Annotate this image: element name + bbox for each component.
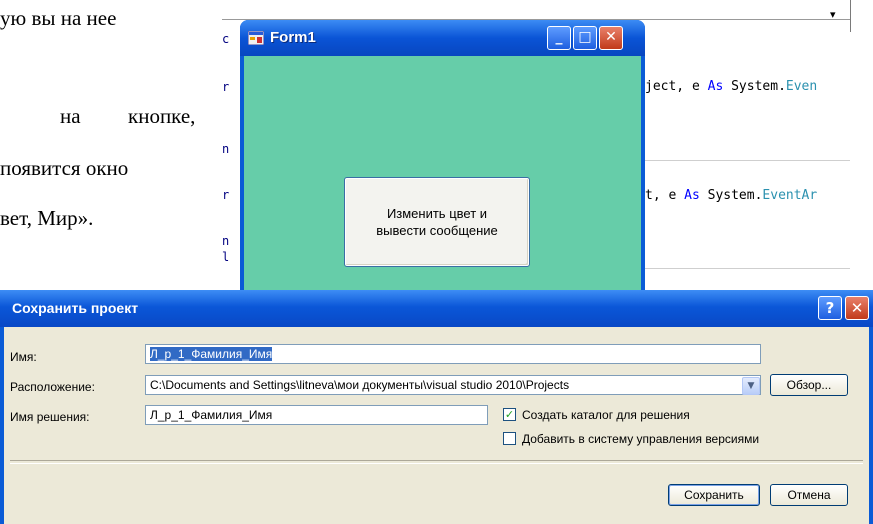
add-vcs-checkbox[interactable]: [503, 432, 516, 445]
form1-window: Form1 _ □ ✕ Изменить цвет и вывести сооб…: [240, 20, 645, 300]
document-text-line-4: появится окно: [0, 156, 129, 180]
document-text-line-1: ую вы на нее: [0, 6, 117, 30]
document-text-line-2: на: [60, 104, 81, 128]
code-keyword: As: [707, 79, 724, 94]
code-text: t, e: [645, 188, 685, 203]
code-text: System.: [699, 188, 763, 203]
cancel-button[interactable]: Отмена: [770, 484, 848, 506]
save-button[interactable]: Сохранить: [668, 484, 760, 506]
dialog-title: Сохранить проект: [12, 300, 139, 316]
maximize-button[interactable]: □: [573, 26, 597, 50]
code-text: ject, e: [645, 79, 708, 94]
code-type: Even: [785, 79, 818, 94]
location-dropdown-icon[interactable]: ▼: [742, 377, 760, 395]
code-keyword: As: [684, 188, 700, 203]
code-margin-char: n: [222, 234, 230, 248]
code-line: ject, e As System.Even: [645, 79, 817, 94]
combo-dropdown-arrow-icon[interactable]: ▾: [830, 8, 836, 21]
solution-name-value: Л_р_1_Фамилия_Имя: [150, 408, 273, 422]
code-line: t, e As System.EventAr: [645, 188, 817, 203]
add-vcs-label[interactable]: Добавить в систему управления версиями: [522, 432, 759, 446]
location-label: Расположение:: [10, 380, 95, 394]
name-label: Имя:: [10, 350, 37, 364]
dialog-separator: [10, 460, 863, 464]
location-combobox[interactable]: C:\Documents and Settings\litneva\мои до…: [145, 375, 761, 395]
dialog-close-button[interactable]: ✕: [845, 296, 869, 320]
code-margin-char: r: [222, 188, 230, 202]
document-text-line-3: кнопке,: [128, 104, 196, 128]
code-text: System.: [723, 79, 786, 94]
code-type: EventAr: [762, 188, 818, 203]
combo-edge: [850, 0, 851, 32]
form1-client-area: Изменить цвет и вывести сообщение: [244, 56, 641, 300]
code-margin-char: l: [222, 250, 230, 264]
help-button[interactable]: ?: [818, 296, 842, 320]
document-text-line-5: вет, Мир».: [0, 206, 94, 230]
save-project-dialog: Сохранить проект ? ✕ Имя: Л_р_1_Фамилия_…: [0, 290, 873, 524]
name-field-value: Л_р_1_Фамилия_Имя: [150, 347, 273, 361]
solution-name-field[interactable]: Л_р_1_Фамилия_Имя: [145, 405, 488, 425]
code-margin-char: n: [222, 142, 230, 156]
create-dir-checkbox[interactable]: ✓: [503, 408, 516, 421]
create-dir-label[interactable]: Создать каталог для решения: [522, 408, 690, 422]
location-value: C:\Documents and Settings\litneva\мои до…: [150, 378, 570, 392]
form-app-icon: [248, 31, 264, 45]
code-separator: [645, 268, 850, 269]
solution-name-label: Имя решения:: [10, 410, 90, 424]
dialog-body: Имя: Л_р_1_Фамилия_Имя Расположение: C:\…: [4, 327, 869, 524]
dialog-titlebar[interactable]: Сохранить проект ? ✕: [0, 290, 873, 327]
form1-title: Form1: [270, 29, 316, 46]
code-margin-char: r: [222, 80, 230, 94]
close-button[interactable]: ✕: [599, 26, 623, 50]
change-color-button[interactable]: Изменить цвет и вывести сообщение: [344, 177, 530, 267]
name-field[interactable]: Л_р_1_Фамилия_Имя: [145, 344, 761, 364]
minimize-button[interactable]: _: [547, 26, 571, 50]
browse-button[interactable]: Обзор...: [770, 374, 848, 396]
form1-titlebar[interactable]: Form1 _ □ ✕: [240, 20, 645, 56]
code-margin-char: c: [222, 32, 230, 46]
code-separator: [645, 160, 850, 161]
